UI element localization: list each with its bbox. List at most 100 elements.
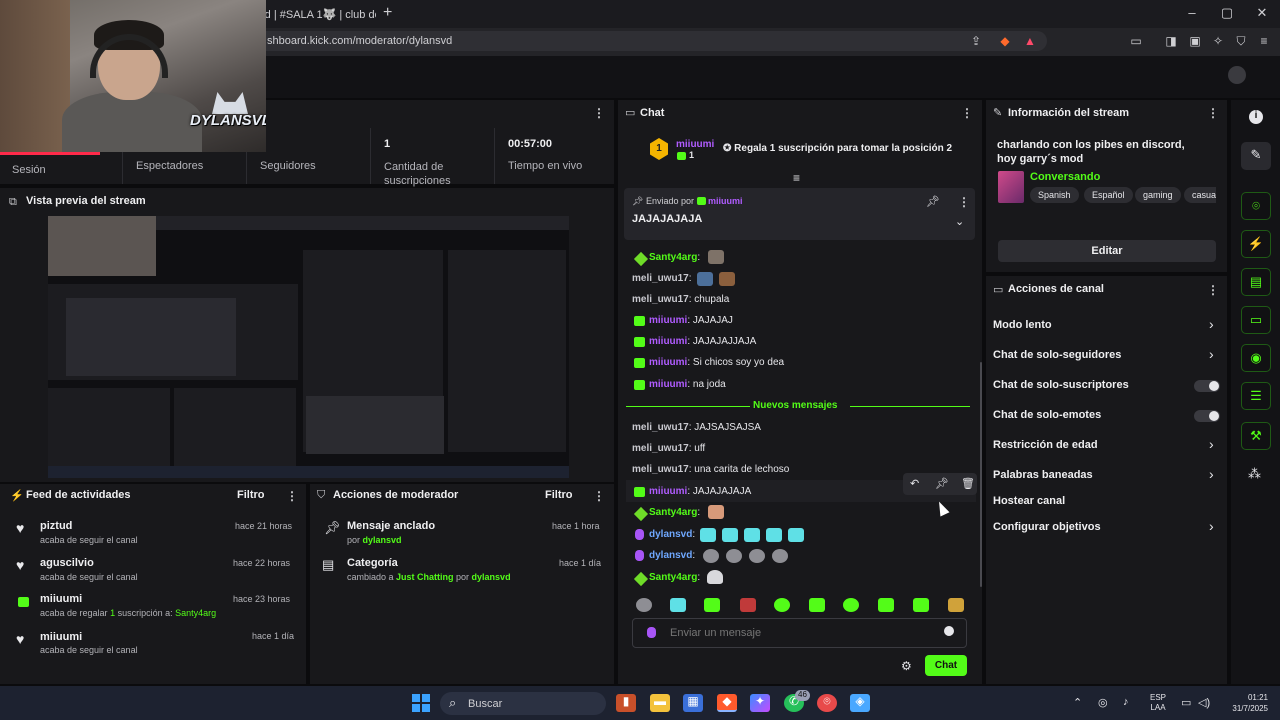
activity-menu-icon[interactable]: ⋮ [286,489,298,503]
apps-icon[interactable]: ⁂ [1248,466,1261,482]
chat-menu-icon[interactable]: ⋮ [961,106,973,120]
minimize-button[interactable]: – [1182,5,1202,20]
taskbar-search[interactable] [440,692,606,715]
pin-message-icon[interactable]: 📌︎ [935,477,949,490]
new-tab-button[interactable]: + [383,4,399,22]
clock[interactable]: 01:21 31/7/2025 [1222,692,1268,714]
copilot-icon[interactable]: ✦ [750,694,770,712]
app-icon[interactable]: ⌾ [817,694,837,712]
emote-picker-icon[interactable] [636,598,652,612]
notes-icon[interactable]: ▤ [1241,268,1271,296]
chevron-right-icon[interactable]: › [1209,346,1214,362]
store-icon[interactable]: ▦ [683,694,703,712]
chevron-right-icon[interactable]: › [1209,518,1214,534]
chat-message[interactable]: Santy4arg: [649,572,700,583]
chevron-down-icon[interactable]: ⌄ [955,215,964,228]
chat-message[interactable]: meli_uwu17: JAJSAJSAJSA [632,422,761,433]
windows-start-icon[interactable] [412,694,430,712]
emote-picker-icon[interactable] [948,598,964,612]
language-indicator[interactable]: ESP LAA [1150,693,1166,713]
emote-picker-icon[interactable] [809,598,825,612]
send-chat-button[interactable]: Chat [925,655,967,676]
emote-picker-icon[interactable] [704,598,720,612]
chat-message[interactable]: miiuumi: JAJAJAJ [649,315,733,326]
user-avatar[interactable] [1228,66,1246,84]
emote-picker-icon[interactable] [670,598,686,612]
category-name[interactable]: Conversando [1030,171,1100,183]
layout-icon[interactable]: ☰ [1241,382,1271,410]
stats-menu-icon[interactable]: ⋮ [593,106,605,120]
info-icon[interactable]: i [1249,110,1263,124]
emote-picker-icon[interactable] [740,598,756,612]
chat-message[interactable]: miiuumi: Si chicos soy yo dea [649,357,784,368]
brave-rewards-icon[interactable]: ▲ [1022,34,1038,48]
chat-message[interactable]: dylansvd: [649,529,695,540]
screenshot-icon[interactable]: ⌾ [1241,192,1271,220]
emoji-icon[interactable] [944,626,954,636]
chevron-up-icon[interactable]: ⌃ [1073,696,1082,709]
brave-shield-icon[interactable]: ◆ [997,34,1013,48]
menu-icon[interactable]: ≡ [1256,34,1272,48]
app-icon[interactable]: ▮ [616,694,636,712]
address-bar[interactable]: shboard.kick.com/moderator/dylansvd [237,31,1047,51]
reply-icon[interactable]: ↶ [910,477,919,490]
lightning-icon[interactable]: ⚡ [1241,230,1271,258]
banned-words-row[interactable]: Palabras baneadas [993,469,1093,481]
app-icon[interactable]: ◈ [850,694,870,712]
tab-search-icon[interactable]: ▭ [1128,34,1144,48]
emote-picker-icon[interactable] [913,598,929,612]
chat-message[interactable]: meli_uwu17: uff [632,443,705,454]
configure-goals-row[interactable]: Configurar objetivos [993,521,1101,533]
host-channel-row[interactable]: Hostear canal [993,495,1065,507]
share-icon[interactable]: ⇪ [968,34,984,48]
mod-filter-button[interactable]: Filtro [545,489,573,501]
edit-pencil-icon[interactable]: ✎ [1241,142,1271,170]
sidebar-icon[interactable]: ◨ [1163,34,1179,48]
tools-icon[interactable]: ⚒ [1241,422,1271,450]
mic-icon[interactable] [647,627,656,638]
chat-message[interactable]: Santy4arg: [649,252,700,263]
close-window-button[interactable]: ✕ [1252,5,1272,21]
vpn-icon[interactable]: ⛉ [1233,34,1249,49]
chat-message[interactable]: miiuumi: na joda [649,379,726,390]
mod-menu-icon[interactable]: ⋮ [593,489,605,503]
activity-filter-button[interactable]: Filtro [237,489,265,501]
chat-message[interactable]: Santy4arg: [649,507,700,518]
chevron-right-icon[interactable]: › [1209,436,1214,452]
pinned-menu-icon[interactable]: ⋮ [958,195,970,209]
security-icon[interactable]: ◎ [1098,696,1108,709]
slow-mode-row[interactable]: Modo lento [993,319,1052,331]
edit-button[interactable]: Editar [998,240,1216,262]
brave-browser-icon[interactable]: ◆ [717,694,737,712]
chat-message[interactable]: meli_uwu17: [632,273,691,284]
chat-bubble-icon[interactable]: ▭ [1241,306,1271,334]
chat-message[interactable]: meli_uwu17: chupala [632,294,729,305]
chat-input[interactable] [670,624,920,642]
subscribers-only-toggle[interactable] [1194,380,1220,392]
microphone-icon[interactable]: ♪ [1123,696,1129,708]
age-restriction-row[interactable]: Restricción de edad [993,439,1098,451]
chat-message[interactable]: dylansvd: [649,550,695,561]
wallet-icon[interactable]: ▣ [1187,34,1203,48]
unpin-icon[interactable]: 📌︎ [926,195,940,208]
emote-picker-icon[interactable] [774,598,790,612]
chat-message[interactable]: miiuumi: JAJAJAJJAJA [649,336,756,347]
emote-picker-icon[interactable] [843,598,859,612]
broadcast-icon[interactable]: ◉ [1241,344,1271,372]
gift-cta[interactable]: ✪ Regala 1 suscripción para tomar la pos… [723,143,952,154]
collapse-handle-icon[interactable]: ≡ [793,171,800,185]
emotes-only-toggle[interactable] [1194,410,1220,422]
channel-menu-icon[interactable]: ⋮ [1207,283,1219,297]
maximize-button[interactable]: ▢ [1217,5,1237,21]
stream-preview-video[interactable] [48,216,569,478]
chevron-right-icon[interactable]: › [1209,316,1214,332]
chat-message[interactable]: miiuumi: JAJAJAJAJA [649,486,751,497]
stream-info-menu-icon[interactable]: ⋮ [1207,106,1219,120]
delete-icon[interactable]: 🗑︎ [961,477,975,490]
leo-ai-icon[interactable]: ✧ [1210,34,1226,48]
chat-scrollbar[interactable] [980,362,982,587]
followers-only-row[interactable]: Chat de solo-seguidores [993,349,1121,361]
gear-icon[interactable]: ⚙ [901,659,912,673]
file-explorer-icon[interactable]: ▬ [650,694,670,712]
network-icon[interactable]: ▭ [1181,696,1191,709]
